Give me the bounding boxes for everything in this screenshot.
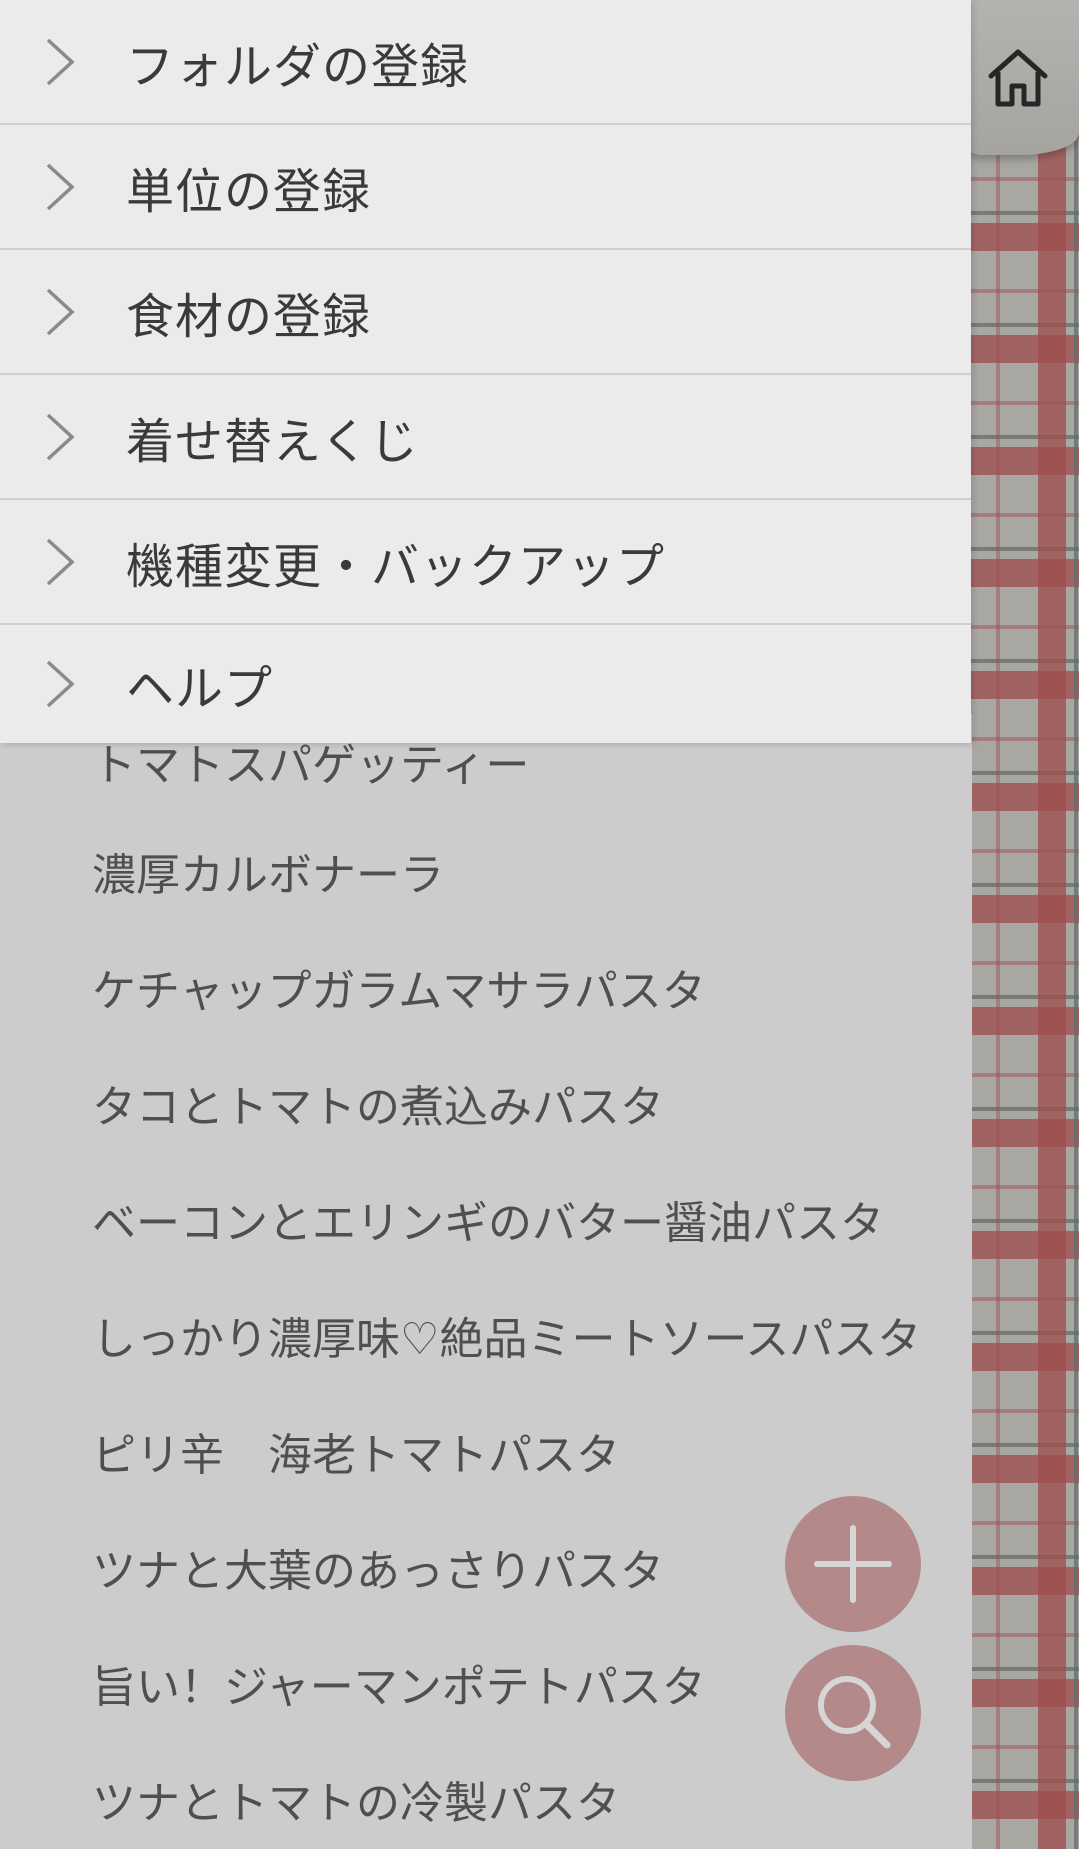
menu-item-label: 着せ替えくじ: [126, 413, 419, 470]
menu-item-ingredient-register[interactable]: 食材の登録: [0, 250, 971, 375]
drawer-menu: フォルダの登録 単位の登録 食材の登録 着せ替えくじ 機種変更・バックアップ ヘ…: [0, 0, 971, 743]
menu-item-unit-register[interactable]: 単位の登録: [0, 125, 971, 250]
chevron-right-icon: [46, 413, 75, 460]
menu-item-theme-lottery[interactable]: 着せ替えくじ: [0, 375, 971, 500]
chevron-right-icon: [46, 538, 75, 585]
menu-item-device-backup[interactable]: 機種変更・バックアップ: [0, 500, 971, 625]
chevron-right-icon: [46, 163, 75, 210]
chevron-right-icon: [46, 660, 75, 708]
menu-item-label: 単位の登録: [126, 163, 372, 220]
chevron-right-icon: [46, 38, 75, 85]
menu-item-folder-register[interactable]: フォルダの登録: [0, 0, 971, 125]
chevron-right-icon: [46, 288, 75, 335]
menu-item-help[interactable]: ヘルプ: [0, 625, 971, 743]
menu-item-label: 機種変更・バックアップ: [126, 538, 666, 595]
menu-item-label: ヘルプ: [126, 661, 274, 717]
menu-item-label: 食材の登録: [126, 288, 372, 345]
menu-item-label: フォルダの登録: [126, 38, 470, 95]
